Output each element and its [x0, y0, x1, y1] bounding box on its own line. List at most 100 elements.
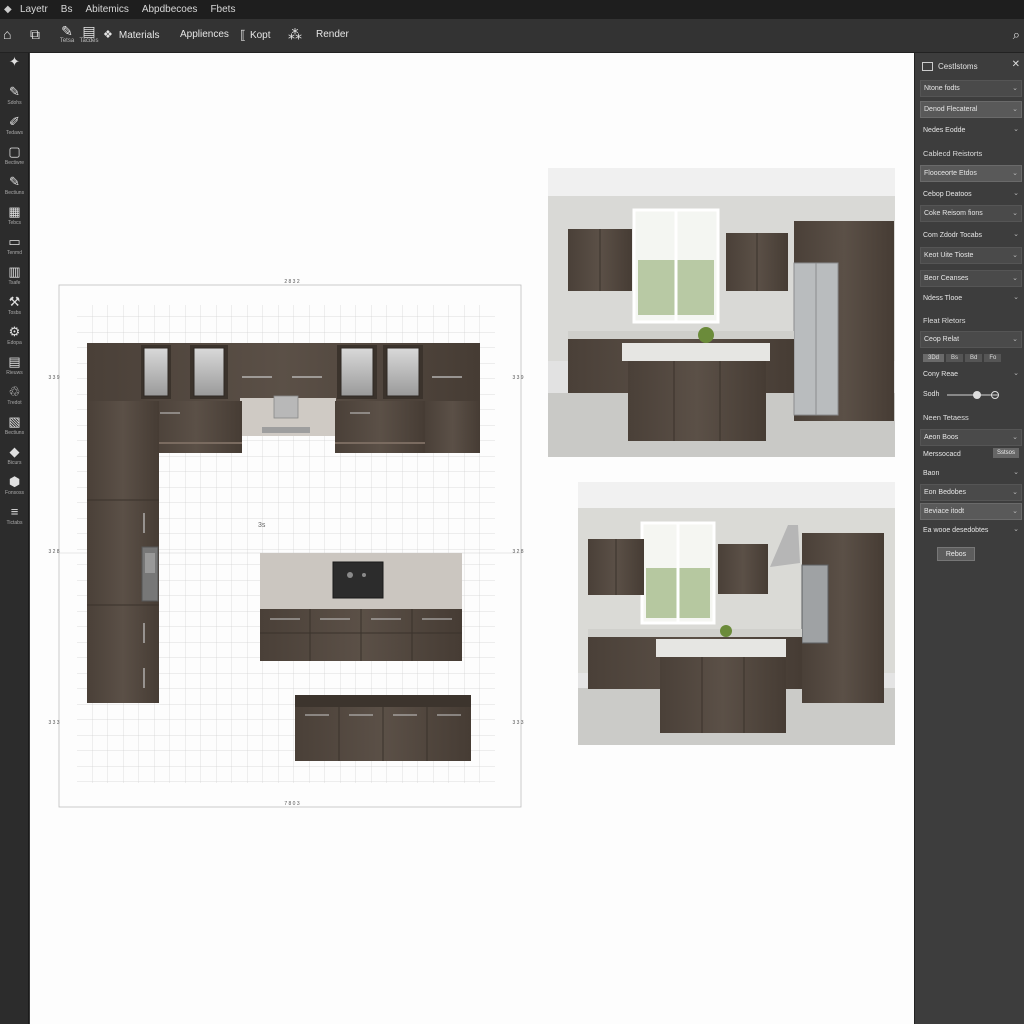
- brush-icon: ✦: [9, 54, 20, 69]
- chevron-down-icon: ⌄: [1012, 508, 1018, 515]
- left-tool-label: Sdohs: [7, 100, 22, 106]
- segment-option[interactable]: Bs: [946, 353, 964, 362]
- panel-row-label: Beviace itodt: [924, 508, 965, 515]
- chevron-down-icon: ⌄: [1012, 85, 1018, 92]
- upper-cabinet-run[interactable]: [87, 343, 480, 401]
- search-icon[interactable]: ⌕: [1013, 27, 1020, 43]
- left-tool-stairs[interactable]: ▥ Tsafe: [0, 264, 29, 287]
- left-tool-recycle[interactable]: ♲ Tredot: [0, 385, 29, 407]
- island-counter[interactable]: [260, 553, 462, 661]
- bottom-cabinet-run[interactable]: [295, 695, 471, 761]
- segment-option[interactable]: Fo: [984, 353, 1002, 362]
- left-tool-pencil[interactable]: ✐ Tedaws: [0, 114, 29, 137]
- slider-knob[interactable]: [973, 390, 982, 399]
- left-tool-grid[interactable]: ▦ Tebcs: [0, 204, 29, 227]
- left-tool-tools[interactable]: ⚒ Tosbs: [0, 294, 29, 317]
- home-button[interactable]: ⌂: [3, 27, 11, 41]
- menu-abitemics[interactable]: Abitemics: [85, 4, 128, 15]
- panel-row[interactable]: Cebop Deatoos ⌄: [920, 186, 1022, 203]
- left-tool-square[interactable]: ▢ Bectiwre: [0, 145, 29, 167]
- appliances-button[interactable]: Appliences: [180, 29, 229, 40]
- kopt-button[interactable]: ⟦ Kopt: [240, 28, 271, 42]
- materials-icon: ❖: [103, 29, 113, 41]
- left-tool-cube[interactable]: ⬢ Fonsoss: [0, 475, 29, 497]
- panel-row[interactable]: Nedes Eodde ⌄: [920, 122, 1022, 139]
- panel-row[interactable]: Denod Flecateral ⌄: [920, 101, 1022, 118]
- panel-row-label: Baon: [923, 470, 940, 477]
- panel-row[interactable]: Flooceorte Etdos ⌄: [920, 165, 1022, 182]
- chevron-down-icon: ⌄: [1012, 252, 1018, 259]
- panel-row[interactable]: Ntone fodts ⌄: [920, 80, 1022, 97]
- left-tool-edit[interactable]: ✎ Bectiuns: [0, 175, 29, 197]
- tools-icon: ⚒: [8, 294, 21, 309]
- trash-tool-button[interactable]: ▤ Tacdes: [76, 24, 102, 44]
- tall-cabinet-column[interactable]: [87, 401, 159, 703]
- range-hood[interactable]: [240, 395, 336, 436]
- panel-row-label: Nedes Eodde: [923, 127, 966, 134]
- left-tool-door[interactable]: ▤ Rieuws: [0, 355, 29, 377]
- panel-row-label: Ea wooe desedobtes: [923, 527, 989, 534]
- close-icon[interactable]: ✕: [1012, 59, 1020, 70]
- menu-fbets[interactable]: Fbets: [210, 4, 235, 15]
- nodes-icon: ⁂: [288, 26, 302, 42]
- panel-row[interactable]: Eon Bedobes ⌄: [920, 484, 1022, 501]
- render-preview-1[interactable]: [548, 168, 895, 457]
- properties-panel: Cestlstoms ✕ Ntone fodts ⌄ Denod Flecatera…: [914, 53, 1024, 1024]
- panel-row[interactable]: Sodh: [920, 386, 1022, 403]
- left-tool-diamond[interactable]: ◆ Bicurs: [0, 445, 29, 467]
- panel-row[interactable]: Baon ⌄: [920, 465, 1022, 482]
- nodes-button[interactable]: ⁂: [288, 27, 302, 41]
- left-tool-window[interactable]: ▭ Tenmd: [0, 235, 29, 257]
- materials-button[interactable]: ❖ Materials: [103, 28, 159, 42]
- floor-plan[interactable]: 2 8 3 2 7 8 0 3 3 3 9 3 2 8 3 3 3 3 3 9 …: [30, 53, 914, 1024]
- segment-option[interactable]: Bd: [965, 353, 983, 362]
- panel-row[interactable]: Aeon Boos ⌄: [920, 429, 1022, 446]
- copy-button[interactable]: ⧉: [30, 27, 40, 41]
- panel-row: Cablecd Reistorts: [920, 145, 1022, 162]
- panel-row[interactable]: Beviace itodt ⌄: [920, 503, 1022, 520]
- main-toolbar: ⌂ ⧉ ✎ Tetsa ▤ Tacdes ❖ Materials Applience…: [0, 19, 1024, 53]
- left-tool-brush[interactable]: ✦: [0, 55, 29, 70]
- panel-row[interactable]: Com Zdodr Tocabs ⌄: [920, 227, 1022, 244]
- view-mode-segment: 3Dd Bs Bd Fo: [920, 349, 1022, 366]
- chevron-down-icon: ⌄: [1012, 489, 1018, 496]
- menu-bs[interactable]: Bs: [61, 4, 73, 15]
- left-tool-label: Bectiuns: [4, 430, 25, 436]
- panel-row[interactable]: Ceop Relat ⌄: [920, 331, 1022, 348]
- chevron-down-icon: ⌄: [1012, 336, 1018, 343]
- panel-row[interactable]: Ndess Tlooe ⌄: [920, 290, 1022, 307]
- panel-row[interactable]: Beor Ceanses ⌄: [920, 270, 1022, 287]
- panel-row-label: Cebop Deatoos: [923, 191, 972, 198]
- left-tool-label: Bicurs: [7, 460, 22, 466]
- panel-row[interactable]: Merssocacd Sstsos: [920, 446, 1022, 463]
- panel-row[interactable]: Cony Reae ⌄: [920, 366, 1022, 383]
- segment-option[interactable]: 3Dd: [923, 353, 945, 362]
- render-button[interactable]: Render: [316, 29, 349, 40]
- design-canvas[interactable]: 2 8 3 2 7 8 0 3 3 3 9 3 2 8 3 3 3 3 3 9 …: [30, 53, 914, 1024]
- apply-button[interactable]: Rebos: [937, 547, 975, 561]
- left-tool-layout[interactable]: ▧ Bectiuns: [0, 414, 29, 437]
- grid-icon: ▦: [8, 204, 21, 219]
- copy-icon: ⧉: [30, 26, 40, 42]
- menu-abpdbecoes[interactable]: Abpdbecoes: [142, 4, 198, 15]
- pencil-icon: ✐: [9, 114, 20, 129]
- stairs-icon: ▥: [8, 264, 21, 279]
- panel-row-label: Denod Flecateral: [924, 106, 978, 113]
- left-tool-list[interactable]: ≡ Tictabs: [0, 505, 29, 527]
- panel-window-icon: [922, 61, 933, 71]
- panel-row[interactable]: Ea wooe desedobtes ⌄: [920, 522, 1022, 539]
- render-preview-2[interactable]: [578, 482, 895, 745]
- dim-left-a: 3 3 9: [48, 375, 59, 381]
- menu-layetr[interactable]: Layetr: [20, 4, 48, 15]
- pen-icon: ✎: [9, 84, 20, 99]
- appliances-label: Appliences: [180, 29, 229, 40]
- layout-icon: ▧: [8, 414, 21, 429]
- panel-row[interactable]: Keot Uite Tioste ⌄: [920, 247, 1022, 264]
- left-tool-cog[interactable]: ⚙ Edopa: [0, 325, 29, 347]
- slider-end-knob[interactable]: [991, 390, 1000, 399]
- panel-row[interactable]: Coke Reisom fions ⌄: [920, 205, 1022, 222]
- left-tool-pen[interactable]: ✎ Sdohs: [0, 84, 29, 107]
- left-tool-label: Tsafe: [8, 280, 21, 286]
- status-tag[interactable]: Sstsos: [992, 448, 1019, 458]
- size-slider[interactable]: [947, 390, 1000, 399]
